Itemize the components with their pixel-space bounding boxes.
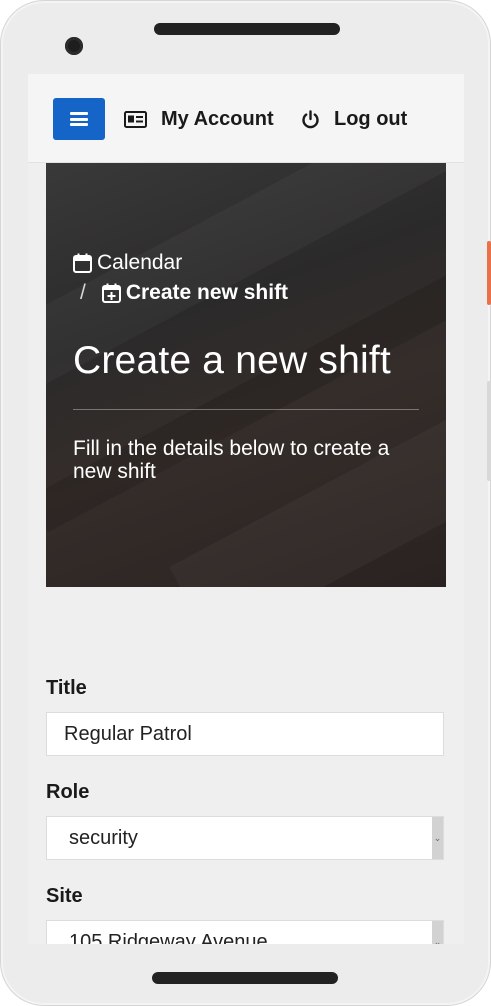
calendar-icon [73,253,92,273]
breadcrumb-calendar-label: Calendar [97,251,183,274]
calendar-plus-icon [101,283,121,303]
power-icon [301,109,320,129]
title-divider [73,409,419,410]
page-subtitle: Fill in the details below to create a ne… [73,437,390,483]
phone-frame: My Account Log out Calendar / Create new… [0,0,491,1006]
chevron-down-icon: ⌄ [432,817,443,859]
top-speaker [154,23,340,35]
title-input-value: Regular Patrol [64,722,192,745]
hamburger-icon [70,112,88,126]
breadcrumb-calendar-link[interactable]: Calendar [73,251,182,275]
role-select[interactable]: security ⌄ [46,816,444,860]
logout-label: Log out [334,107,408,130]
breadcrumb-current: / Create new shift [80,281,288,305]
front-camera [65,37,83,55]
breadcrumb-separator: / [80,281,86,304]
id-card-icon [124,110,147,128]
app-screen: My Account Log out Calendar / Create new… [28,74,464,944]
role-field-label: Role [46,781,90,803]
my-account-label: My Account [161,107,274,130]
my-account-link[interactable]: My Account [124,104,274,134]
site-field-label: Site [46,885,83,907]
page-header-banner: Calendar / Create new shift Create a new… [46,163,446,587]
role-select-value: security [69,826,138,849]
logout-link[interactable]: Log out [301,104,407,134]
title-field-label: Title [46,677,87,699]
chevron-down-icon: ⌄ [432,921,443,944]
page-title: Create a new shift [73,339,391,382]
title-input[interactable]: Regular Patrol [46,712,444,756]
site-select[interactable]: 105 Ridgeway Avenue ⌄ [46,920,444,944]
site-select-value: 105 Ridgeway Avenue [69,930,268,945]
menu-toggle-button[interactable] [53,98,105,140]
top-navbar: My Account Log out [28,74,464,163]
breadcrumb-current-label: Create new shift [125,281,289,304]
power-button [487,241,491,305]
bottom-speaker [152,972,338,984]
volume-button [487,381,491,481]
